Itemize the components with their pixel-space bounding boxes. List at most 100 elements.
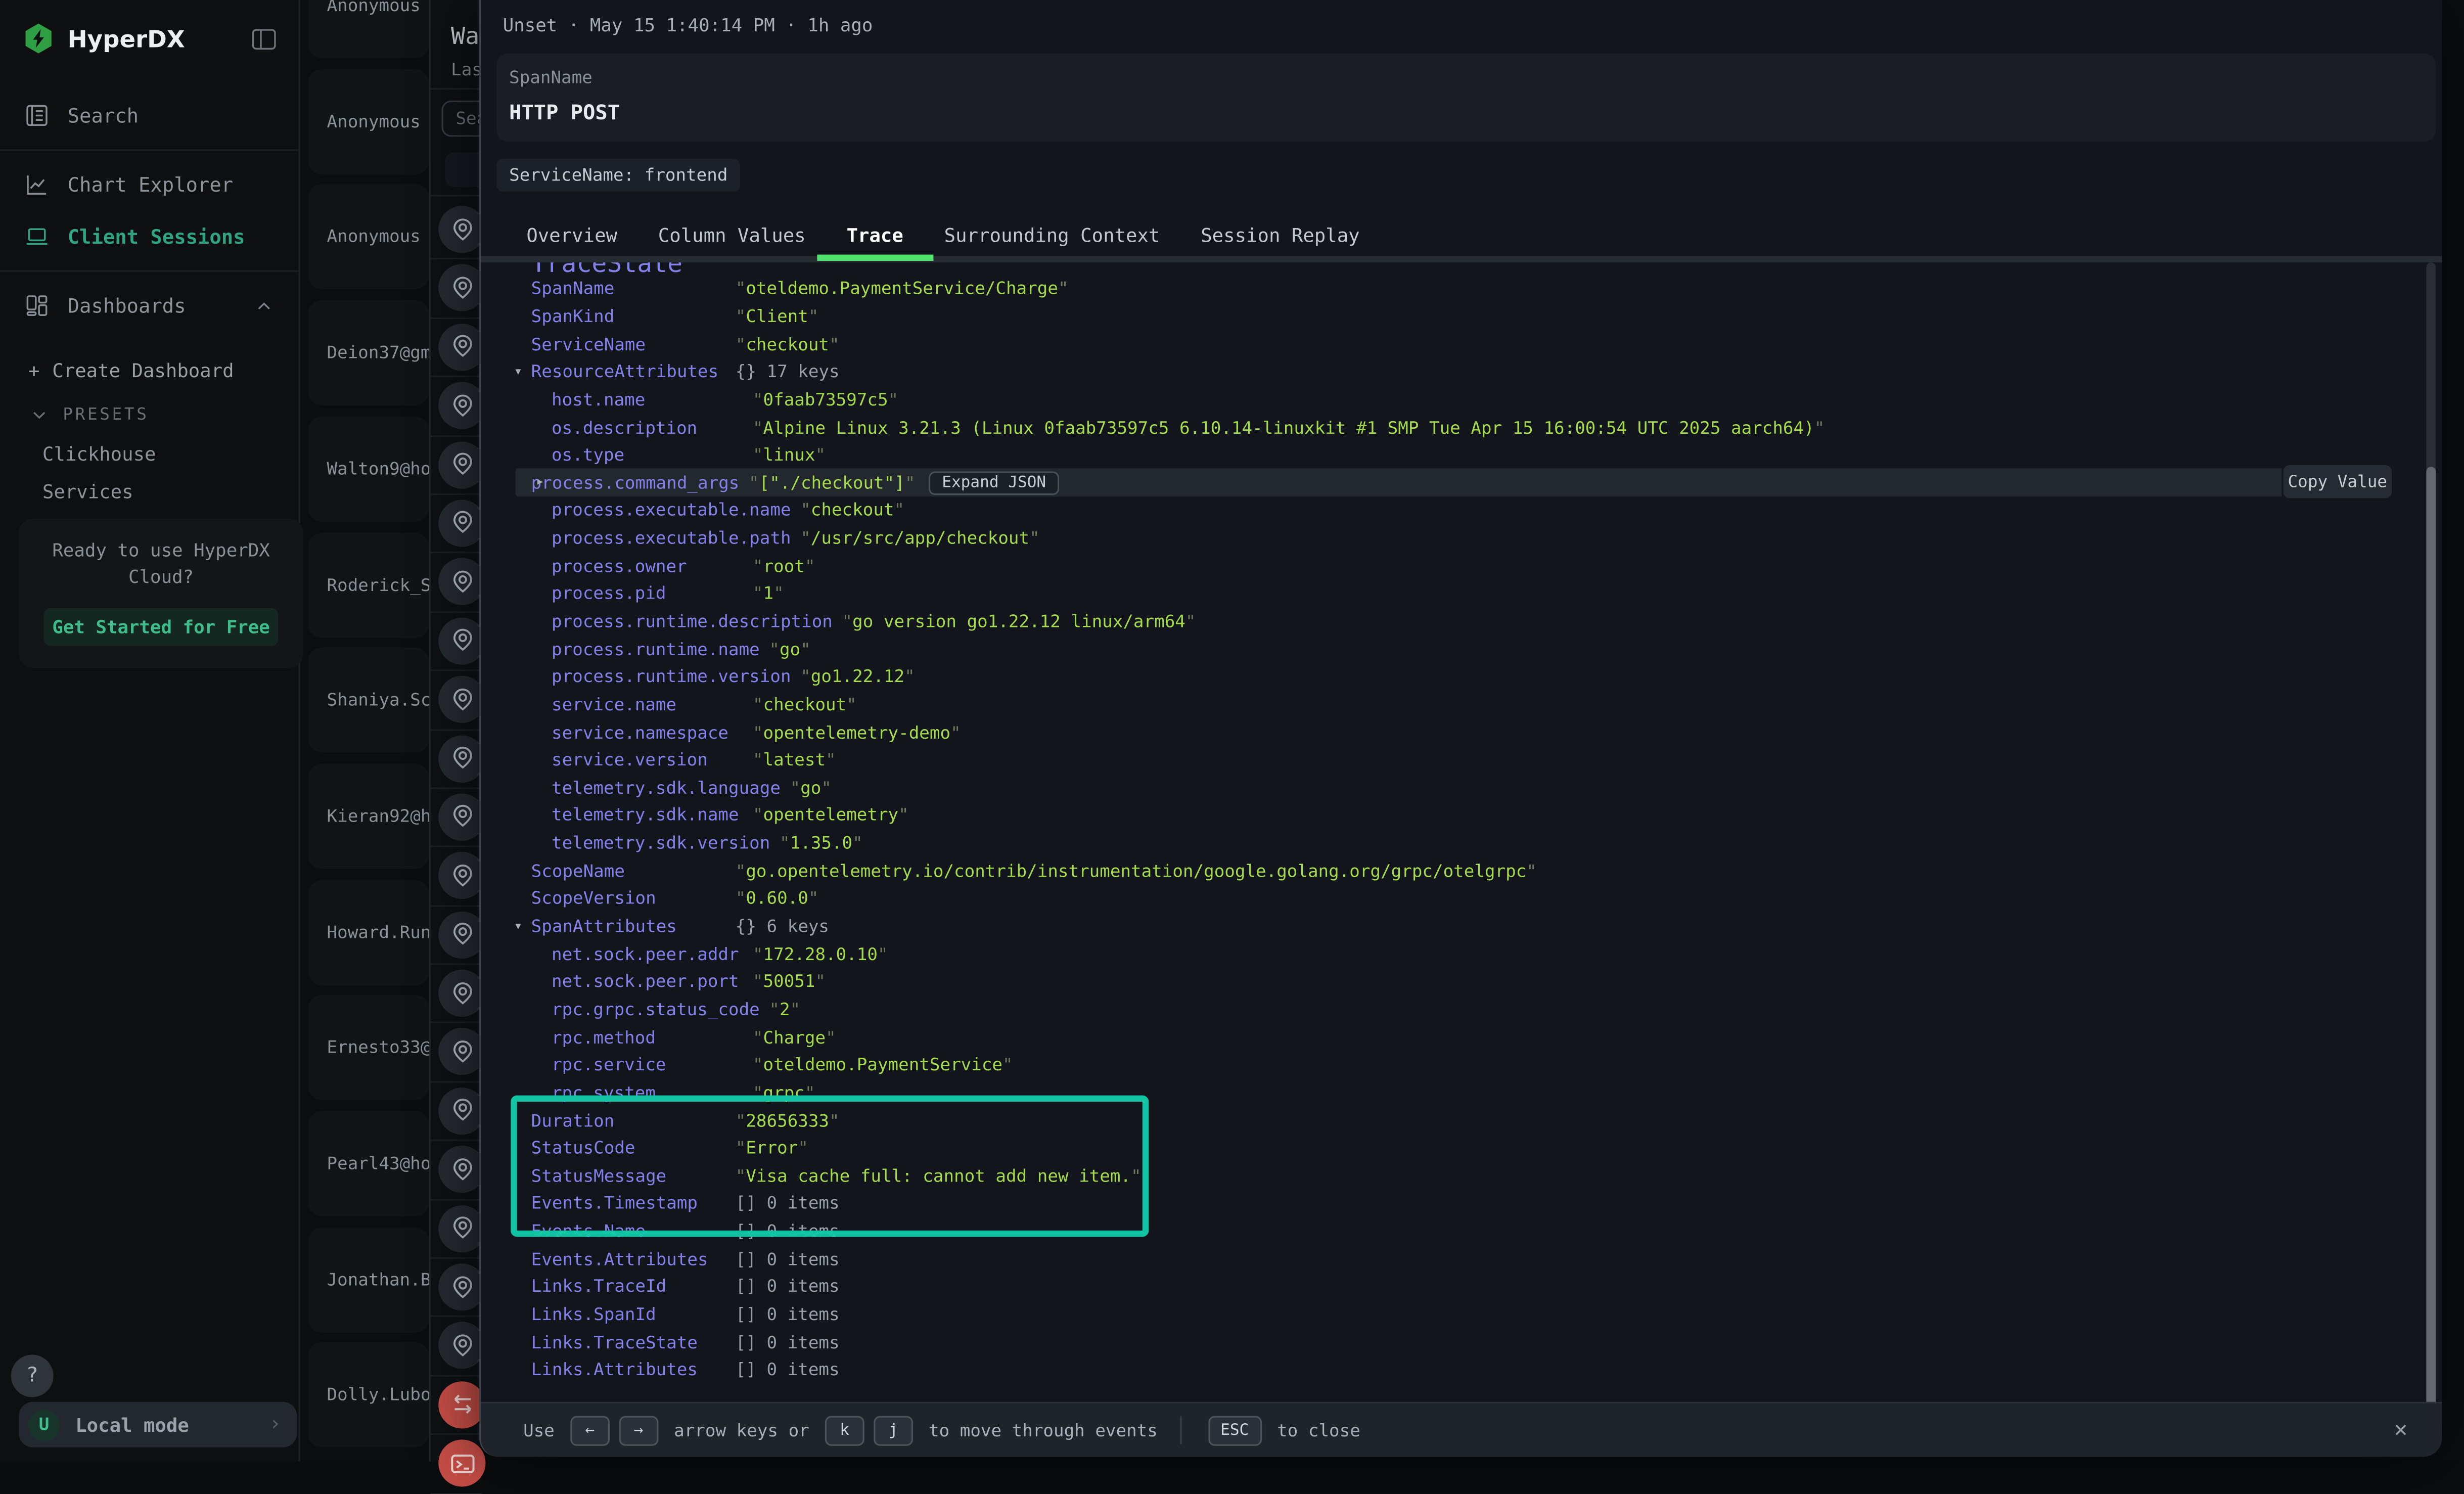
session-event-row[interactable]	[431, 378, 483, 436]
session-card[interactable]: Roderick_S	[308, 532, 429, 637]
copy-value-button[interactable]: Copy Value	[2284, 466, 2392, 499]
attribute-row[interactable]: process.pid"1"	[481, 580, 2442, 608]
sidebar-item-search[interactable]: Search	[0, 89, 299, 142]
local-mode-button[interactable]: U Local mode ›	[19, 1402, 297, 1447]
attribute-row[interactable]: rpc.grpc.status_code"2"	[481, 996, 2442, 1024]
attribute-row[interactable]: service.version"latest"	[481, 746, 2442, 774]
session-event-row[interactable]	[431, 1376, 483, 1435]
tab-overview[interactable]: Overview	[526, 225, 617, 247]
sidebar-item-dashboards[interactable]: Dashboards	[0, 280, 299, 332]
attribute-row[interactable]: StatusCode"Error"	[481, 1135, 2442, 1162]
tab-trace[interactable]: Trace	[847, 225, 903, 247]
session-card[interactable]: Kieran92@h	[308, 763, 429, 869]
session-event-row[interactable]	[431, 436, 483, 495]
scrollbar-track[interactable]	[2426, 262, 2436, 1402]
tab-column-values[interactable]: Column Values	[658, 225, 806, 247]
attribute-row[interactable]: SpanName"oteldemo.PaymentService/Charge"	[481, 275, 2442, 303]
attribute-row[interactable]: Duration"28656333"	[481, 1107, 2442, 1135]
attribute-row[interactable]: process.runtime.description"go version g…	[481, 608, 2442, 636]
create-dashboard-button[interactable]: + Create Dashboard	[0, 347, 299, 394]
sidebar-item-client-sessions[interactable]: Client Sessions	[0, 211, 299, 263]
attribute-row[interactable]: telemetry.sdk.name"opentelemetry"	[481, 802, 2442, 830]
attribute-row[interactable]: rpc.system"grpc"	[481, 1079, 2442, 1107]
tab-session-replay[interactable]: Session Replay	[1201, 225, 1359, 247]
attribute-row[interactable]: Events.Name[] 0 items	[481, 1217, 2442, 1245]
attribute-row[interactable]: Events.Attributes[] 0 items	[481, 1245, 2442, 1273]
session-event-row[interactable]	[431, 1141, 483, 1200]
scrollbar-thumb[interactable]	[2426, 467, 2436, 1402]
collapse-sidebar-icon[interactable]	[251, 27, 277, 50]
sidebar-item-chart-explorer[interactable]: Chart Explorer	[0, 159, 299, 211]
attribute-row[interactable]: process.owner"root"	[481, 552, 2442, 580]
help-button[interactable]: ?	[11, 1354, 54, 1397]
attribute-row[interactable]: rpc.service"oteldemo.PaymentService"	[481, 1051, 2442, 1079]
session-event-row[interactable]	[431, 495, 483, 554]
attribute-row[interactable]: Events.Timestamp[] 0 items	[481, 1190, 2442, 1218]
session-event-row[interactable]	[431, 730, 483, 789]
session-event-row[interactable]	[431, 554, 483, 612]
session-event-row[interactable]	[431, 671, 483, 730]
attribute-row[interactable]: ScopeName"go.opentelemetry.io/contrib/in…	[481, 857, 2442, 885]
session-event-row[interactable]	[431, 1435, 483, 1494]
session-event-row[interactable]	[431, 1200, 483, 1259]
expand-json-button[interactable]: Expand JSON	[929, 471, 1059, 495]
session-event-row[interactable]	[431, 260, 483, 319]
session-card[interactable]: Howard.Run	[308, 879, 429, 984]
attribute-row[interactable]: net.sock.peer.port"50051"	[481, 968, 2442, 996]
session-event-row[interactable]	[431, 1318, 483, 1376]
attribute-row[interactable]: SpanKind"Client"	[481, 303, 2442, 331]
session-event-row[interactable]	[431, 1259, 483, 1318]
attribute-row[interactable]: ▸process.command_args"["./checkout"]"Exp…	[516, 469, 2282, 497]
session-card[interactable]: Dolly.Lubo	[308, 1343, 429, 1448]
session-card[interactable]: Ernesto33@	[308, 995, 429, 1101]
attribute-row[interactable]: os.description"Alpine Linux 3.21.3 (Linu…	[481, 414, 2442, 441]
get-started-button[interactable]: Get Started for Free	[44, 608, 278, 646]
session-card[interactable]: Shaniya.Sc	[308, 648, 429, 753]
attribute-row[interactable]: rpc.method"Charge"	[481, 1024, 2442, 1052]
attribute-row[interactable]: process.executable.name"checkout"	[481, 497, 2442, 525]
attribute-row[interactable]: Links.Attributes[] 0 items	[481, 1356, 2442, 1384]
session-event-row[interactable]	[431, 201, 483, 260]
attribute-row[interactable]: process.runtime.version"go1.22.12"	[481, 663, 2442, 691]
attribute-row[interactable]: os.type"linux"	[481, 441, 2442, 469]
attribute-row[interactable]: Links.TraceState[] 0 items	[481, 1329, 2442, 1356]
caret-down-icon[interactable]: ▾	[514, 365, 522, 380]
session-card[interactable]: Anonymous	[308, 185, 429, 290]
session-event-row[interactable]	[431, 612, 483, 671]
session-event-row[interactable]	[431, 965, 483, 1024]
session-card[interactable]: Walton9@ho	[308, 416, 429, 521]
preset-services[interactable]: Services	[0, 473, 299, 511]
attribute-row[interactable]: StatusMessage"Visa cache full: cannot ad…	[481, 1162, 2442, 1190]
attribute-row[interactable]: net.sock.peer.addr"172.28.0.10"	[481, 940, 2442, 968]
attributes-scroll-area[interactable]: TraceState SpanName"oteldemo.PaymentServ…	[481, 262, 2442, 1402]
attribute-row[interactable]: telemetry.sdk.version"1.35.0"	[481, 830, 2442, 857]
caret-down-icon[interactable]: ▾	[514, 919, 522, 935]
session-event-row[interactable]	[431, 1082, 483, 1141]
attribute-row[interactable]: telemetry.sdk.language"go"	[481, 774, 2442, 802]
attribute-row[interactable]: host.name"0faab73597c5"	[481, 386, 2442, 414]
presets-toggle[interactable]: PRESETS	[0, 394, 299, 435]
service-name-badge[interactable]: ServiceName: frontend	[496, 159, 740, 192]
attribute-row[interactable]: ▾ResourceAttributes{} 17 keys	[481, 358, 2442, 386]
attribute-row[interactable]: ▾SpanAttributes{} 6 keys	[481, 913, 2442, 940]
session-event-row[interactable]	[431, 847, 483, 906]
session-card[interactable]: Jonathan.B	[308, 1227, 429, 1332]
session-event-row[interactable]	[431, 1024, 483, 1082]
tab-surrounding-context[interactable]: Surrounding Context	[944, 225, 1160, 247]
caret-right-icon[interactable]: ▸	[536, 475, 544, 491]
attribute-row[interactable]: process.executable.path"/usr/src/app/che…	[481, 524, 2442, 552]
close-icon[interactable]: ✕	[2382, 1411, 2420, 1449]
attribute-row[interactable]: process.runtime.name"go"	[481, 636, 2442, 663]
session-card[interactable]: Deion37@gm	[308, 300, 429, 405]
attribute-row[interactable]: service.namespace"opentelemetry-demo"	[481, 718, 2442, 746]
session-card[interactable]: Anonymous	[308, 69, 429, 174]
session-event-row[interactable]	[431, 789, 483, 847]
session-event-row[interactable]	[431, 907, 483, 965]
session-event-row[interactable]	[431, 319, 483, 377]
attribute-row[interactable]: ScopeVersion"0.60.0"	[481, 885, 2442, 913]
session-card[interactable]: Pearl43@ho	[308, 1111, 429, 1216]
attribute-row[interactable]: service.name"checkout"	[481, 691, 2442, 718]
attribute-row[interactable]: Links.TraceId[] 0 items	[481, 1273, 2442, 1301]
attribute-row[interactable]: ServiceName"checkout"	[481, 331, 2442, 358]
preset-clickhouse[interactable]: Clickhouse	[0, 435, 299, 473]
